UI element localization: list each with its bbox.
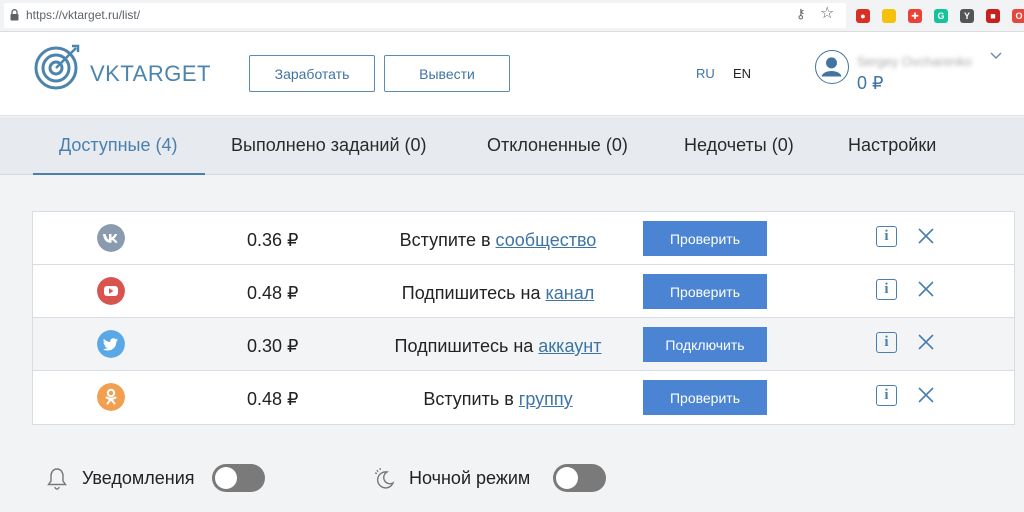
task-link[interactable]: канал: [546, 283, 595, 303]
close-icon[interactable]: [917, 333, 935, 351]
logo-text[interactable]: VKTARGET: [90, 61, 211, 87]
task-list: 0.36 ₽ Вступите в сообщество Проверить i…: [32, 211, 1015, 425]
task-price: 0.30 ₽: [247, 336, 299, 356]
task-row: 0.30 ₽ Подпишитесь на аккаунт Подключить…: [33, 318, 1014, 371]
ext-y-icon[interactable]: Y: [960, 9, 974, 23]
tab-shortcomings[interactable]: Недочеты (0): [684, 135, 794, 156]
connect-button[interactable]: Подключить: [643, 327, 767, 362]
close-icon[interactable]: [917, 280, 935, 298]
youtube-icon: [97, 277, 125, 305]
task-row: 0.48 ₽ Вступить в группу Проверить i: [33, 371, 1014, 424]
avatar[interactable]: [815, 50, 849, 84]
notifications-toggle[interactable]: [212, 464, 265, 492]
bookmark-star-icon[interactable]: ☆: [820, 3, 834, 23]
task-description: Вступите в сообщество: [323, 230, 673, 251]
key-icon[interactable]: ⚷: [796, 6, 806, 22]
tab-rejected[interactable]: Отклоненные (0): [487, 135, 628, 156]
ext-grammarly-icon[interactable]: G: [934, 9, 948, 23]
task-description: Подпишитесь на канал: [323, 283, 673, 304]
username: Sergey Ovcharenko: [857, 54, 972, 69]
chevron-down-icon[interactable]: [990, 52, 1002, 60]
info-icon[interactable]: i: [876, 279, 897, 300]
task-link[interactable]: группу: [519, 389, 573, 409]
lock-icon: [10, 9, 19, 21]
task-link[interactable]: сообщество: [496, 230, 597, 250]
ext-stop-icon[interactable]: ■: [986, 9, 1000, 23]
task-price: 0.36 ₽: [247, 230, 299, 250]
tab-bar: Доступные (4) Выполнено заданий (0) Откл…: [0, 117, 1024, 175]
info-icon[interactable]: i: [876, 385, 897, 406]
twitter-icon: [97, 330, 125, 358]
task-row: 0.48 ₽ Подпишитесь на канал Проверить i: [33, 265, 1014, 318]
task-description: Вступить в группу: [323, 389, 673, 410]
notifications-label: Уведомления: [82, 468, 195, 488]
url-text: https://vktarget.ru/list/: [26, 8, 141, 22]
address-bar[interactable]: https://vktarget.ru/list/: [4, 3, 846, 28]
balance-value: 0 ₽: [857, 73, 884, 93]
task-text: Вступить в: [423, 389, 519, 409]
tab-settings[interactable]: Настройки: [848, 135, 936, 156]
bell-icon: [47, 468, 67, 490]
tab-completed[interactable]: Выполнено заданий (0): [231, 135, 427, 156]
ext-red-icon[interactable]: ●: [856, 9, 870, 23]
site-header: VKTARGET Заработать Вывести RU EN Sergey…: [0, 32, 1024, 116]
user-icon: [821, 57, 842, 77]
info-icon[interactable]: i: [876, 332, 897, 353]
active-tab-indicator: [33, 173, 205, 175]
task-link[interactable]: аккаунт: [538, 336, 601, 356]
lang-ru-link[interactable]: RU: [696, 66, 715, 81]
task-text: Подпишитесь на: [394, 336, 539, 356]
notifications-setting: Уведомления: [44, 462, 274, 494]
ext-opera-icon[interactable]: O: [1012, 9, 1024, 23]
task-text: Вступите в: [399, 230, 496, 250]
browser-toolbar: https://vktarget.ru/list/ ⚷ ☆ ● ✚ G Y ■ O: [0, 0, 1024, 32]
lang-en-link[interactable]: EN: [733, 66, 751, 81]
check-button[interactable]: Проверить: [643, 274, 767, 309]
vk-icon: [97, 224, 125, 252]
night-mode-label: Ночной режим: [409, 468, 531, 488]
check-button[interactable]: Проверить: [643, 221, 767, 256]
task-text: Подпишитесь на: [401, 283, 546, 303]
close-icon[interactable]: [917, 386, 935, 404]
earn-button[interactable]: Заработать: [249, 55, 375, 92]
odnoklassniki-icon: [97, 383, 125, 411]
close-icon[interactable]: [917, 227, 935, 245]
night-mode-toggle[interactable]: [553, 464, 606, 492]
vktarget-logo-icon[interactable]: [34, 42, 82, 90]
info-icon[interactable]: i: [876, 226, 897, 247]
ext-puzzle-icon[interactable]: ✚: [908, 9, 922, 23]
withdraw-button[interactable]: Вывести: [384, 55, 510, 92]
task-price: 0.48 ₽: [247, 283, 299, 303]
night-mode-setting: Ночной режим: [372, 462, 612, 494]
task-row: 0.36 ₽ Вступите в сообщество Проверить i: [33, 212, 1014, 265]
task-description: Подпишитесь на аккаунт: [323, 336, 673, 357]
check-button[interactable]: Проверить: [643, 380, 767, 415]
task-price: 0.48 ₽: [247, 389, 299, 409]
night-mode-icon: [374, 467, 395, 489]
ext-note-icon[interactable]: [882, 9, 896, 23]
tab-available[interactable]: Доступные (4): [59, 135, 178, 156]
